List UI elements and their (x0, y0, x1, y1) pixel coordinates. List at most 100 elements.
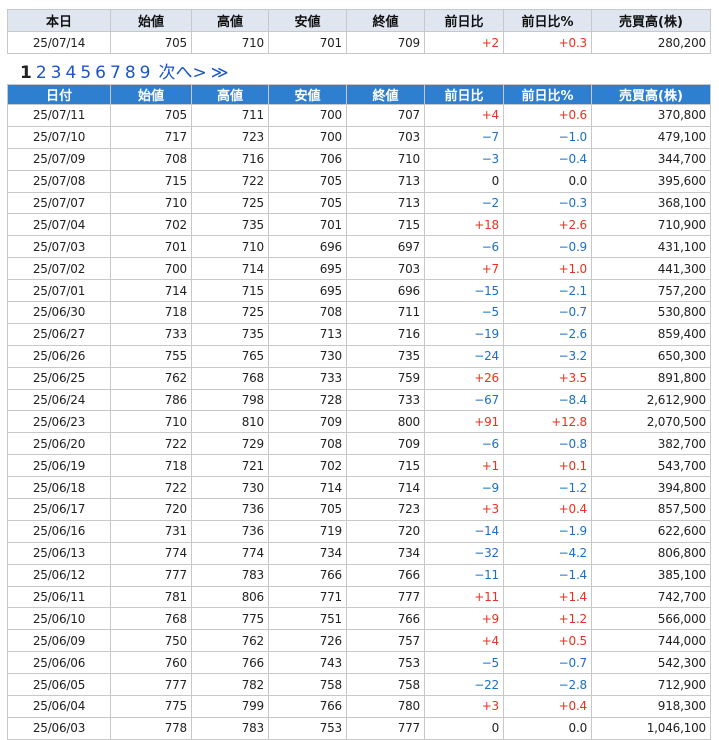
history-cell-open: 750 (110, 629, 192, 653)
history-cell-close: 709 (346, 432, 425, 456)
history-cell-open: 731 (110, 519, 192, 543)
history-header-high: 高値 (191, 84, 269, 105)
history-cell-high: 725 (191, 191, 269, 215)
history-cell-date: 25/07/04 (7, 213, 111, 237)
history-cell-change: −22 (424, 673, 504, 697)
today-header-change: 前日比 (424, 9, 504, 32)
history-cell-change: −7 (424, 125, 504, 149)
today-header-volume: 売買高(株) (591, 9, 711, 32)
history-cell-change-pct: +2.6 (503, 213, 592, 237)
history-cell-low: 705 (268, 498, 347, 521)
history-cell-open: 700 (110, 257, 192, 281)
history-cell-low: 766 (268, 563, 347, 587)
history-cell-change: +4 (424, 629, 504, 653)
history-cell-close: 735 (346, 344, 425, 368)
history-cell-low: 708 (268, 301, 347, 324)
history-cell-high: 762 (191, 629, 269, 653)
last-page-link[interactable]: ≫ (211, 63, 229, 83)
history-row: 25/07/09 708 716 706 710 −3 −0.4 344,700 (7, 147, 711, 171)
history-cell-change-pct: +0.1 (503, 454, 592, 478)
history-cell-volume: 857,500 (591, 498, 711, 521)
history-cell-volume: 710,900 (591, 213, 711, 237)
history-cell-open: 760 (110, 651, 192, 675)
history-cell-date: 25/07/01 (7, 279, 111, 303)
history-cell-change-pct: +3.5 (503, 366, 592, 390)
history-cell-change: +9 (424, 607, 504, 631)
page-link-2[interactable]: 2 (36, 63, 47, 83)
history-cell-change-pct: +12.8 (503, 410, 592, 434)
history-cell-volume: 395,600 (591, 169, 711, 193)
history-cell-date: 25/06/06 (7, 651, 111, 675)
history-cell-open: 722 (110, 476, 192, 500)
history-cell-low: 730 (268, 344, 347, 368)
history-cell-close: 757 (346, 629, 425, 653)
history-cell-date: 25/07/08 (7, 169, 111, 193)
history-cell-change-pct: +1.0 (503, 257, 592, 281)
page-link-8[interactable]: 8 (125, 63, 136, 83)
history-cell-close: 759 (346, 366, 425, 390)
history-cell-open: 702 (110, 213, 192, 237)
history-cell-change-pct: +0.4 (503, 695, 592, 718)
history-cell-change: −9 (424, 476, 504, 500)
history-cell-open: 710 (110, 191, 192, 215)
page-link-9[interactable]: 9 (140, 63, 151, 83)
history-cell-change: −14 (424, 519, 504, 543)
history-row: 25/06/04 775 799 766 780 +3 +0.4 918,300 (7, 695, 711, 718)
history-cell-change-pct: −0.7 (503, 651, 592, 675)
history-cell-low: 758 (268, 673, 347, 697)
history-row: 25/06/17 720 736 705 723 +3 +0.4 857,500 (7, 498, 711, 521)
history-row: 25/06/25 762 768 733 759 +26 +3.5 891,800 (7, 366, 711, 390)
history-cell-low: 734 (268, 541, 347, 565)
history-cell-date: 25/06/23 (7, 410, 111, 434)
page-link-4[interactable]: 4 (66, 63, 77, 83)
history-header-row: 日付 始値 高値 安値 終値 前日比 前日比% 売買高(株) (7, 84, 711, 105)
next-page-link[interactable]: 次へ> (158, 63, 206, 83)
history-cell-high: 766 (191, 651, 269, 675)
history-cell-low: 766 (268, 695, 347, 718)
today-cell-high: 710 (191, 31, 269, 54)
history-row: 25/07/04 702 735 701 715 +18 +2.6 710,900 (7, 213, 711, 237)
history-cell-change-pct: +1.2 (503, 607, 592, 631)
history-cell-volume: 2,612,900 (591, 388, 711, 412)
page-link-6[interactable]: 6 (95, 63, 106, 83)
history-cell-change: −19 (424, 322, 504, 346)
page-current: 1 (20, 63, 32, 83)
history-cell-change-pct: −1.9 (503, 519, 592, 543)
history-cell-volume: 441,300 (591, 257, 711, 281)
history-row: 25/07/08 715 722 705 713 0 0.0 395,600 (7, 169, 711, 193)
history-cell-date: 25/06/11 (7, 585, 111, 609)
history-row: 25/07/03 701 710 696 697 −6 −0.9 431,100 (7, 235, 711, 259)
history-cell-change: −6 (424, 235, 504, 259)
history-cell-date: 25/06/25 (7, 366, 111, 390)
history-cell-low: 713 (268, 322, 347, 346)
history-cell-date: 25/07/09 (7, 147, 111, 171)
history-cell-close: 714 (346, 476, 425, 500)
history-cell-close: 710 (346, 147, 425, 171)
history-row: 25/06/30 718 725 708 711 −5 −0.7 530,800 (7, 301, 711, 324)
history-cell-change-pct: +0.4 (503, 498, 592, 521)
today-cell-open: 705 (110, 31, 192, 54)
page-link-5[interactable]: 5 (80, 63, 91, 83)
history-cell-change-pct: +0.5 (503, 629, 592, 653)
history-cell-high: 799 (191, 695, 269, 718)
history-row: 25/06/03 778 783 753 777 0 0.0 1,046,100 (7, 716, 711, 740)
history-cell-close: 766 (346, 563, 425, 587)
page-link-7[interactable]: 7 (110, 63, 121, 83)
history-cell-open: 714 (110, 279, 192, 303)
history-cell-close: 716 (346, 322, 425, 346)
history-cell-change: −67 (424, 388, 504, 412)
history-cell-volume: 370,800 (591, 104, 711, 127)
history-cell-volume: 530,800 (591, 301, 711, 324)
history-cell-change-pct: −0.4 (503, 147, 592, 171)
history-cell-date: 25/06/20 (7, 432, 111, 456)
page-link-3[interactable]: 3 (51, 63, 62, 83)
history-row: 25/07/10 717 723 700 703 −7 −1.0 479,100 (7, 125, 711, 149)
history-cell-high: 723 (191, 125, 269, 149)
history-cell-volume: 757,200 (591, 279, 711, 303)
history-cell-change-pct: −0.7 (503, 301, 592, 324)
today-header-row: 本日 始値 高値 安値 終値 前日比 前日比% 売買高(株) (7, 9, 711, 32)
pagination: 1 2 3 4 5 6 7 8 9 次へ> ≫ (20, 58, 233, 83)
history-cell-date: 25/07/11 (7, 104, 111, 127)
history-cell-volume: 806,800 (591, 541, 711, 565)
history-cell-low: 726 (268, 629, 347, 653)
